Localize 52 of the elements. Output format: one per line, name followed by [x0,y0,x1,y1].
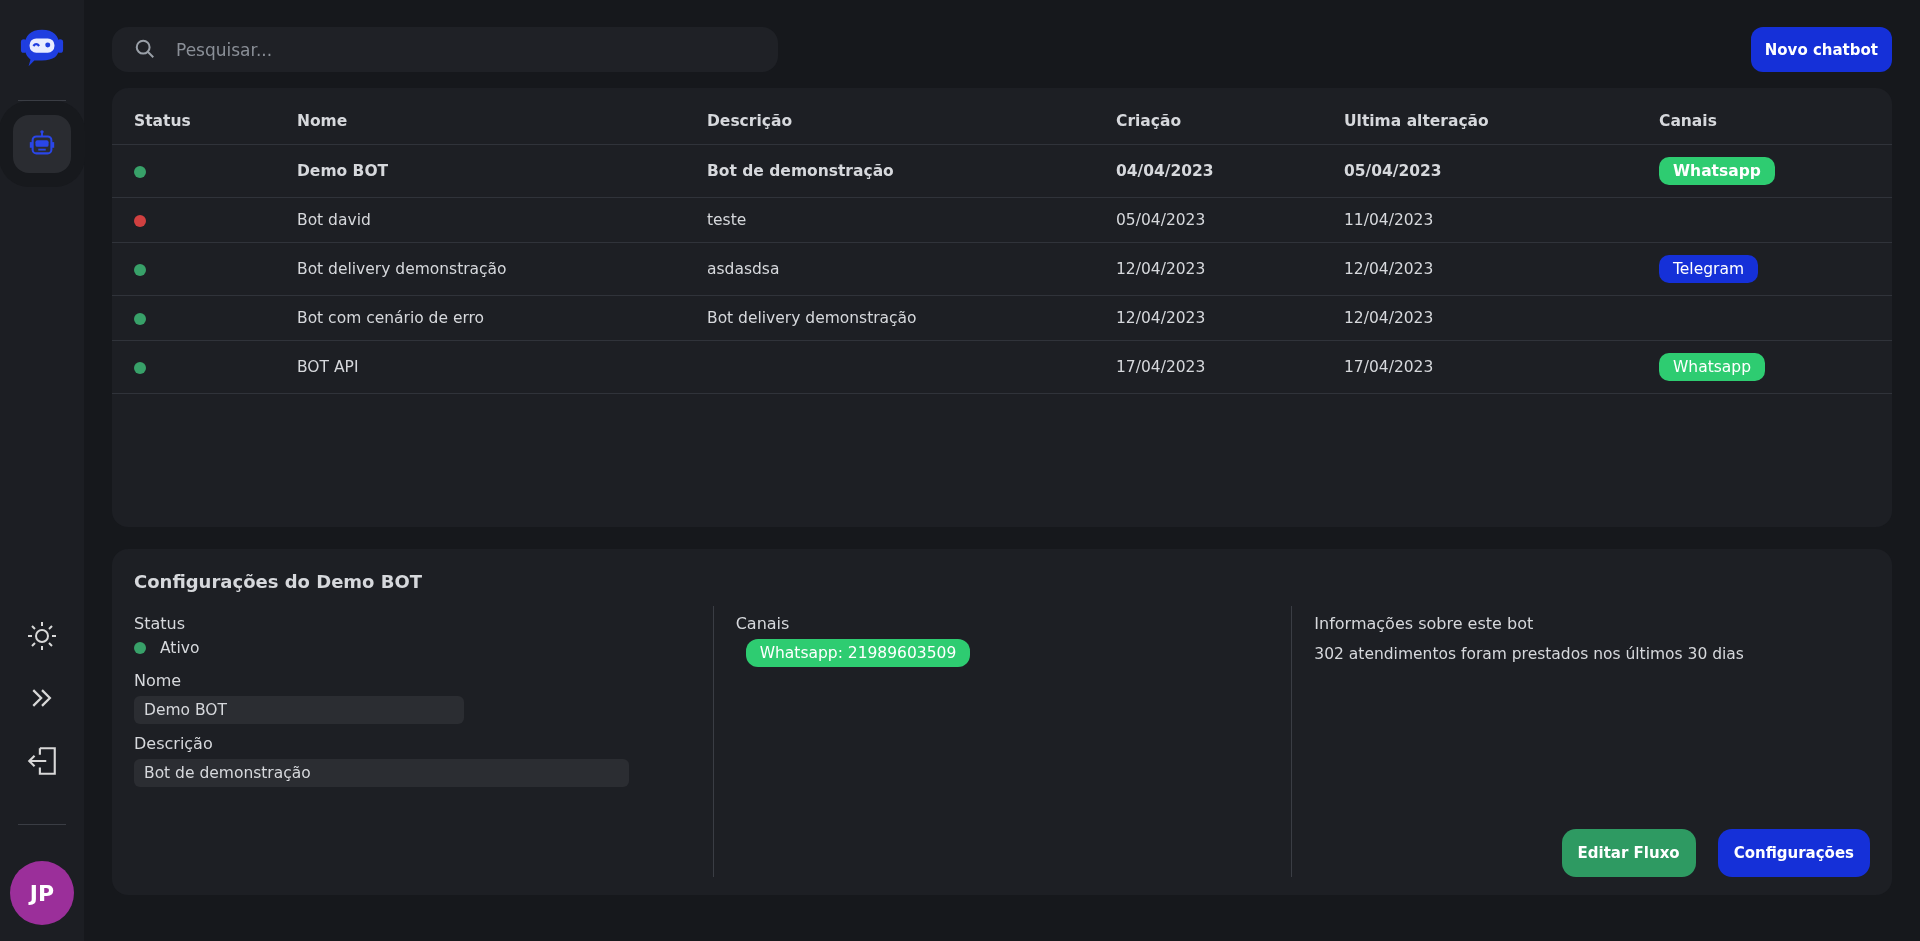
channel-tag: Whatsapp [1659,157,1775,185]
table-cell: Demo BOT [297,162,389,180]
table-cell: Bot david [297,211,371,229]
panel-title: Configurações do Demo BOT [134,571,424,592]
column-header: Status [112,96,297,145]
sun-icon[interactable] [26,620,58,652]
column-header: Nome [297,96,707,145]
user-avatar[interactable]: JP [10,861,74,925]
table-cell: Bot de demonstração [707,162,894,180]
table-cell: 17/04/2023 [1116,358,1206,376]
name-field[interactable]: Demo BOT [134,696,464,724]
table-cell: 12/04/2023 [1344,260,1434,278]
table-cell: 11/04/2023 [1344,211,1434,229]
table-cell: 12/04/2023 [1344,309,1434,327]
column-header: Canais [1659,96,1892,145]
table-cell: Bot com cenário de erro [297,309,485,327]
new-chatbot-button[interactable]: Novo chatbot [1750,27,1892,72]
table-cell: 04/04/2023 [1116,162,1214,180]
table-cell: 05/04/2023 [1116,211,1206,229]
field-label: Canais [735,614,790,633]
search-field[interactable]: Pesquisar... [112,27,778,72]
table-cell: asdasdsa [707,260,780,278]
table-cell: BOT API [297,358,359,376]
action-button[interactable]: Configurações [1717,829,1870,877]
status-text: Ativo [160,639,200,657]
table-cell: 17/04/2023 [1344,358,1434,376]
table-cell: 12/04/2023 [1116,260,1206,278]
table-cell: Bot delivery demonstração [707,309,917,327]
field-label: Status [134,614,185,633]
field-label: Descrição [134,734,213,753]
table-cell: 05/04/2023 [1344,162,1442,180]
info-text: 302 atendimentos foram prestados nos últimos 30 dias [1314,645,1744,663]
table-cell: Bot delivery demonstração [297,260,507,278]
table-cell: teste [707,211,747,229]
column-header: Ultima alteração [1344,96,1659,145]
field-label: Nome [134,671,182,690]
logout-icon[interactable] [25,744,59,778]
channel-tag: Whatsapp: 21989603509 [745,639,971,667]
description-field[interactable]: Bot de demonstração [134,759,629,787]
table-row[interactable]: Bot delivery demonstração asdasdsa 12/04/2023 12/04/2023 Telegram [112,242,1892,296]
section-title: Informações sobre este bot [1314,614,1534,633]
column-header: Descrição [707,96,1116,145]
column-header: Criação [1116,96,1344,145]
channel-tag: Whatsapp [1659,353,1765,381]
table-row[interactable]: Bot david teste 05/04/2023 11/04/2023 [112,197,1892,243]
action-button[interactable]: Editar Fluxo [1561,829,1696,877]
table-row[interactable]: BOT API 17/04/2023 17/04/2023 Whatsapp [112,340,1892,394]
channel-tag: Telegram [1659,255,1759,283]
table-cell: 12/04/2023 [1116,309,1206,327]
table-row[interactable]: Bot com cenário de erro Bot delivery demonstração 12/04/2023 12/04/2023 [112,295,1892,341]
table-row[interactable]: Demo BOT Bot de demonstração 04/04/2023 05/04/2023 Whatsapp [112,144,1892,198]
search-icon [134,38,156,60]
